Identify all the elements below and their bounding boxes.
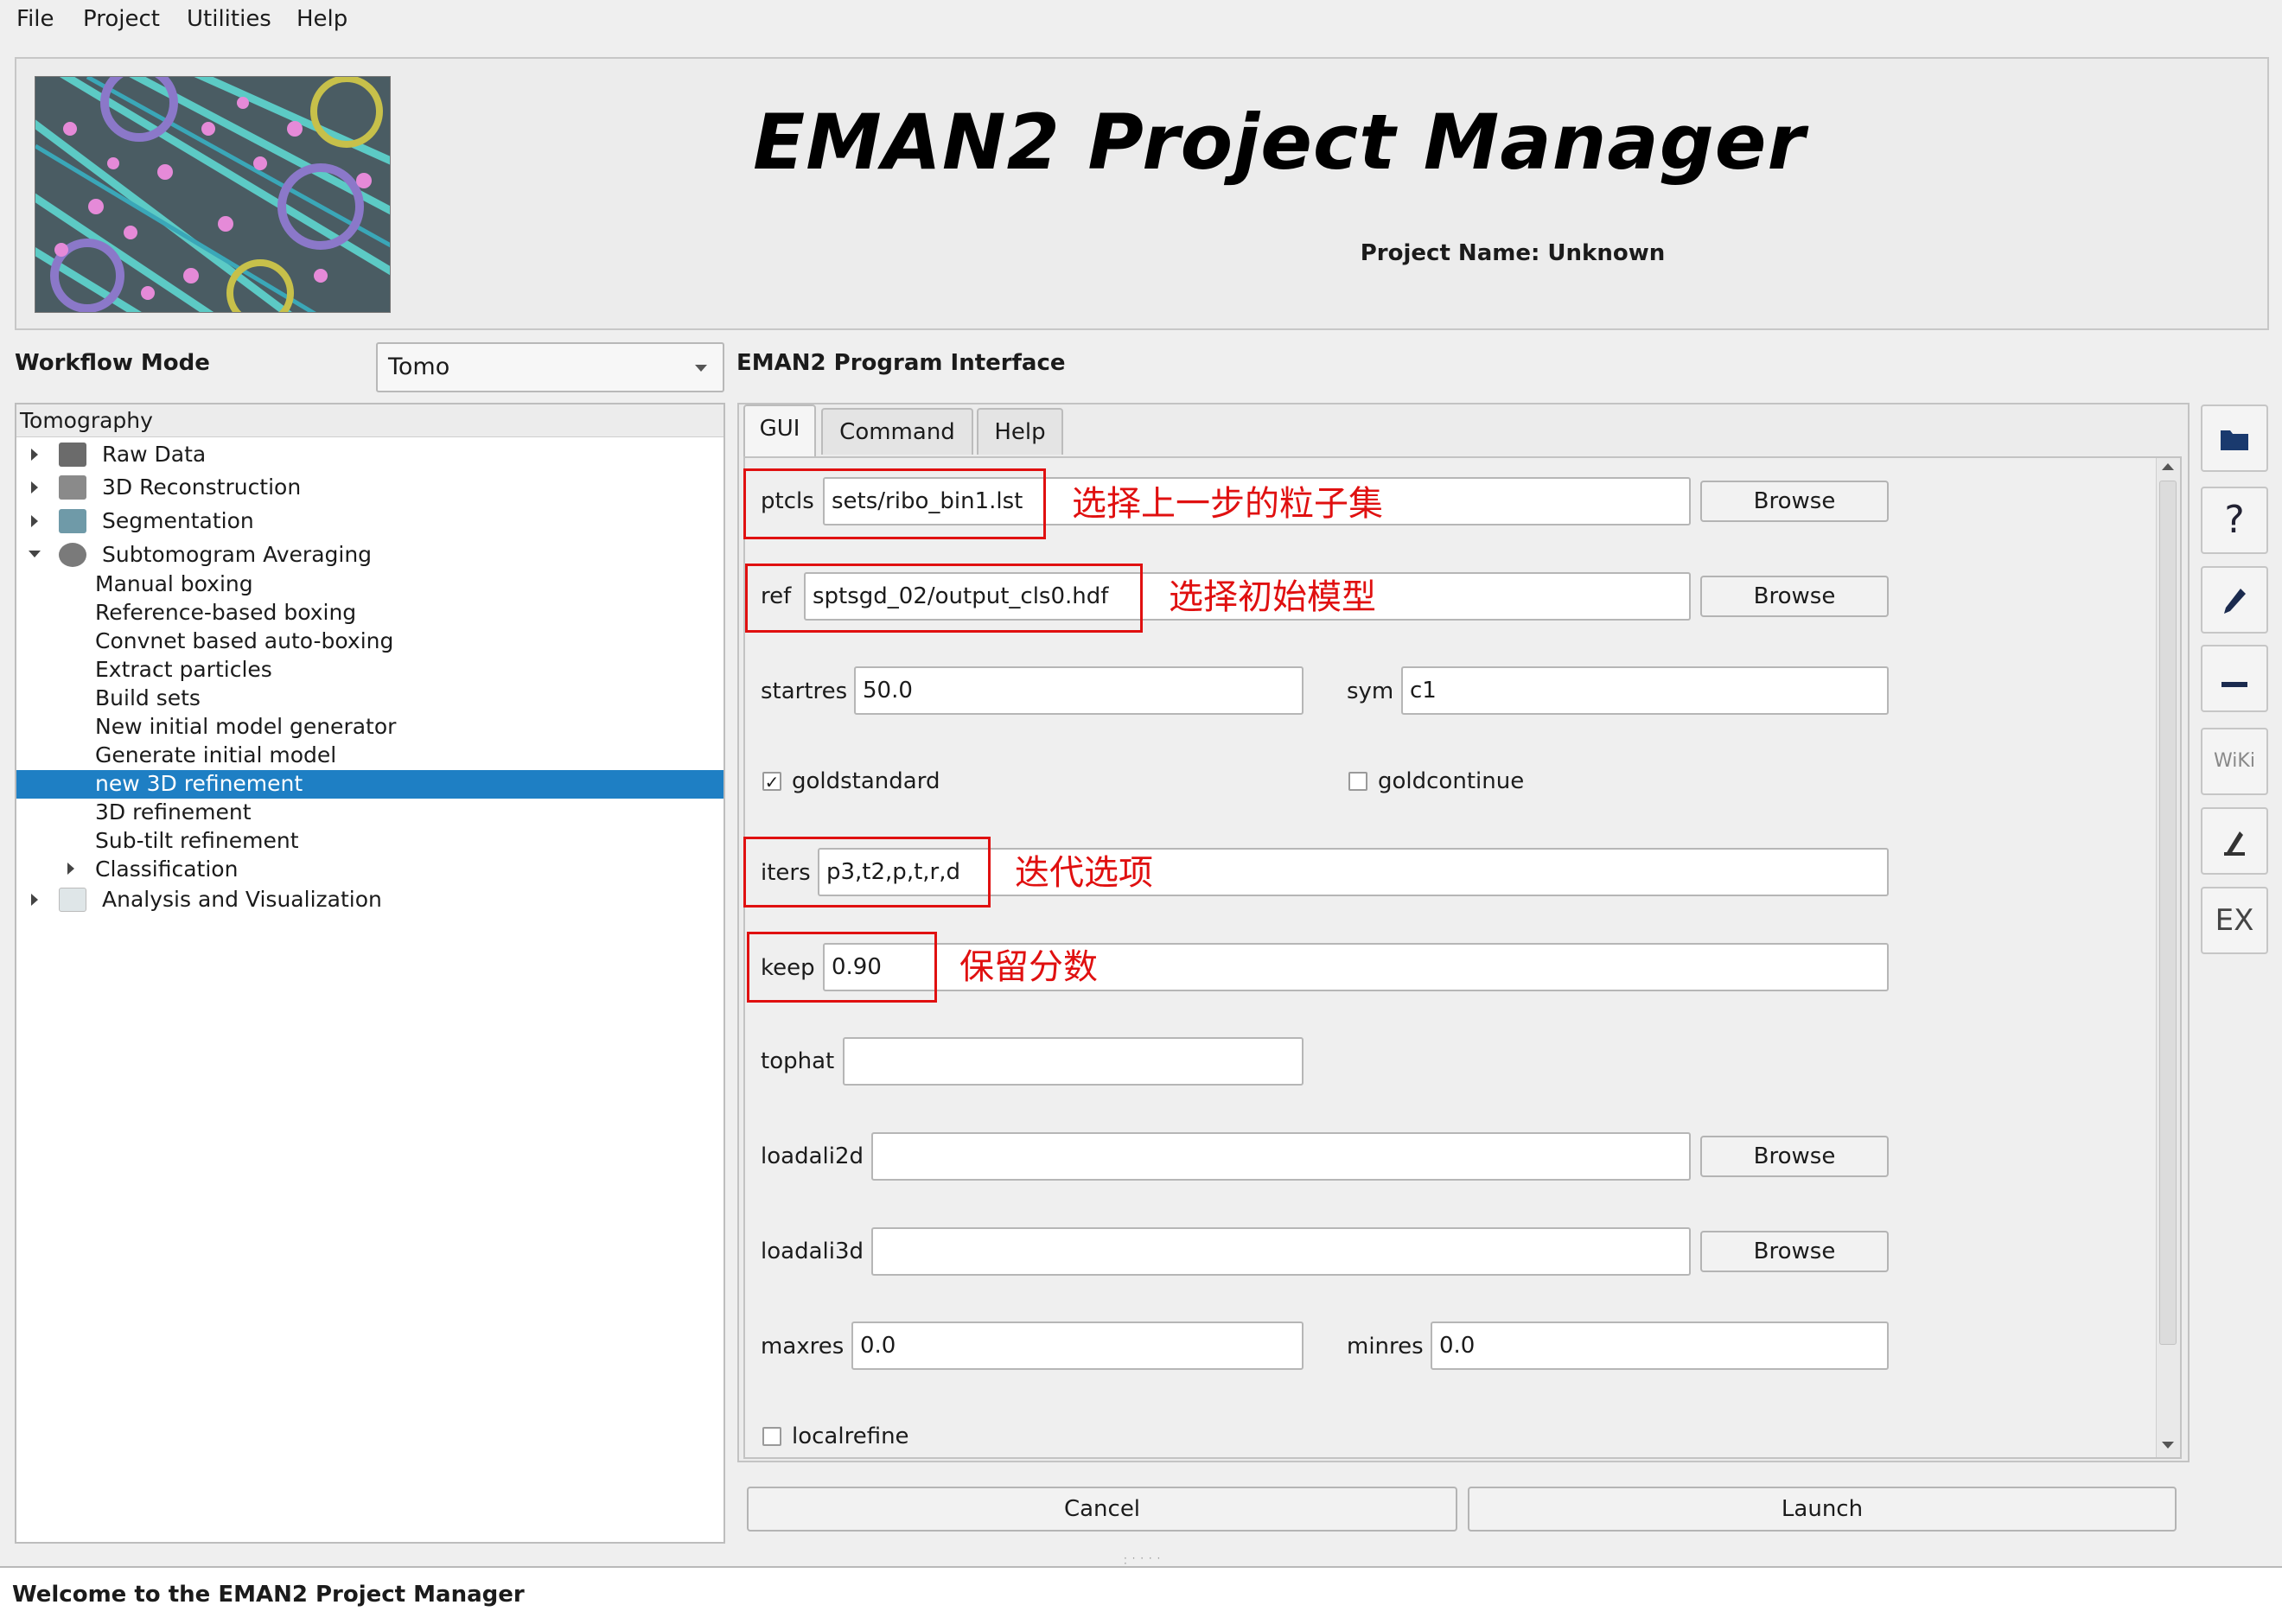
wiki-icon: WiKi <box>2214 750 2255 772</box>
menu-bar: File Project Utilities Help <box>0 0 2282 38</box>
ex-button[interactable]: EX <box>2201 887 2268 954</box>
status-bar: Welcome to the EMAN2 Project Manager <box>0 1566 2282 1624</box>
scroll-up-icon[interactable] <box>2162 463 2174 470</box>
project-name: Project Name: Unknown <box>1360 240 1666 266</box>
folder-button[interactable] <box>2201 404 2268 472</box>
menu-file[interactable]: File <box>16 3 54 35</box>
tree-item-classification[interactable]: Classification <box>95 855 238 883</box>
cancel-button[interactable]: Cancel <box>747 1487 1457 1532</box>
scroll-down-icon[interactable] <box>2162 1442 2174 1449</box>
ref-highlight-box <box>745 564 1143 633</box>
tree-item-convnet-boxing[interactable]: Convnet based auto-boxing <box>95 627 393 655</box>
expand-arrow-icon[interactable] <box>31 481 38 494</box>
tree-item-extract-particles[interactable]: Extract particles <box>95 655 272 684</box>
startres-label: startres <box>761 678 848 704</box>
minimize-button[interactable] <box>2201 645 2268 712</box>
ptcls-highlight-box <box>743 468 1046 539</box>
maxres-input[interactable]: 0.0 <box>851 1321 1304 1370</box>
banner-image <box>35 76 391 313</box>
program-interface-label: EMAN2 Program Interface <box>736 350 1066 376</box>
minres-input[interactable]: 0.0 <box>1431 1321 1889 1370</box>
tree-item-subtomogram-averaging[interactable]: Subtomogram Averaging <box>102 540 372 569</box>
localrefine-checkbox[interactable] <box>762 1427 781 1446</box>
folder-icon <box>2221 430 2248 450</box>
tree-item-3d-reconstruction[interactable]: 3D Reconstruction <box>102 473 301 501</box>
tree-item-build-sets[interactable]: Build sets <box>95 684 201 712</box>
tophat-label: tophat <box>761 1048 835 1074</box>
ref-annotation: 选择初始模型 <box>1169 577 1376 617</box>
tab-help[interactable]: Help <box>977 408 1063 455</box>
loadali3d-input[interactable] <box>871 1227 1691 1276</box>
tree-item-analysis-visualization[interactable]: Analysis and Visualization <box>102 885 382 914</box>
sym-input[interactable]: c1 <box>1401 666 1889 715</box>
bar-icon <box>2221 682 2247 687</box>
banner-title: EMAN2 Project Manager <box>753 98 1806 187</box>
keep-annotation: 保留分数 <box>959 947 1098 987</box>
expand-arrow-icon[interactable] <box>31 894 38 906</box>
tomography-banner-image <box>35 77 390 312</box>
raw-data-icon <box>59 443 86 467</box>
segmentation-icon <box>59 509 86 533</box>
goldstandard-label: goldstandard <box>792 768 940 794</box>
menu-utilities[interactable]: Utilities <box>187 3 271 35</box>
iters-highlight-box <box>743 837 991 908</box>
loadali2d-input[interactable] <box>871 1132 1691 1181</box>
tree-item-reference-boxing[interactable]: Reference-based boxing <box>95 598 356 627</box>
workflow-mode-select[interactable]: Tomo <box>376 342 724 392</box>
startres-input[interactable]: 50.0 <box>854 666 1304 715</box>
tree-item-segmentation[interactable]: Segmentation <box>102 506 254 535</box>
help-button[interactable]: ? <box>2201 487 2268 554</box>
collapse-arrow-icon[interactable] <box>29 551 41 557</box>
tab-command[interactable]: Command <box>821 408 973 455</box>
launch-button[interactable]: Launch <box>1468 1487 2177 1532</box>
goldcontinue-checkbox[interactable] <box>1348 772 1367 791</box>
tophat-input[interactable] <box>843 1037 1304 1086</box>
expand-arrow-icon[interactable] <box>31 449 38 461</box>
tree-item-new-3d-refinement[interactable]: new 3D refinement <box>95 769 303 798</box>
goldstandard-checkbox[interactable]: ✓ <box>762 772 781 791</box>
menu-project[interactable]: Project <box>83 3 160 35</box>
wand-icon <box>2224 831 2245 856</box>
goldcontinue-label: goldcontinue <box>1378 768 1525 794</box>
tree-item-generate-initial-model[interactable]: Generate initial model <box>95 741 336 769</box>
iters-annotation: 迭代选项 <box>1015 853 1153 893</box>
pen-icon <box>2224 589 2246 614</box>
tree-item-3d-refinement[interactable]: 3D refinement <box>95 798 252 826</box>
chevron-down-icon <box>695 365 707 372</box>
wiki-button[interactable]: WiKi <box>2201 728 2268 795</box>
maxres-label: maxres <box>761 1334 845 1360</box>
analysis-icon <box>59 888 86 912</box>
splitter-handle[interactable]: · · · · · · <box>1124 1553 1165 1569</box>
keep-highlight-box <box>747 932 937 1003</box>
loadali2d-browse-button[interactable]: Browse <box>1700 1136 1889 1177</box>
edit-button[interactable] <box>2201 566 2268 634</box>
sym-label: sym <box>1347 678 1394 704</box>
localrefine-label: localrefine <box>792 1423 909 1449</box>
tool-button[interactable] <box>2201 807 2268 875</box>
workflow-mode-value: Tomo <box>388 353 450 380</box>
scroll-thumb[interactable] <box>2159 481 2177 1345</box>
tree-item-new-initial-model[interactable]: New initial model generator <box>95 712 396 741</box>
tree-item-manual-boxing[interactable]: Manual boxing <box>95 570 253 598</box>
minres-label: minres <box>1347 1334 1424 1360</box>
ex-icon: EX <box>2215 903 2254 938</box>
tab-gui[interactable]: GUI <box>743 404 816 456</box>
menu-help[interactable]: Help <box>296 3 347 35</box>
expand-arrow-icon[interactable] <box>31 515 38 527</box>
loadali2d-label: loadali2d <box>761 1143 864 1169</box>
ptcls-browse-button[interactable]: Browse <box>1700 481 1889 522</box>
tree-item-raw-data[interactable]: Raw Data <box>102 440 206 468</box>
reconstruction-icon <box>59 475 86 500</box>
question-mark-icon: ? <box>2224 498 2245 542</box>
ref-browse-button[interactable]: Browse <box>1700 576 1889 617</box>
ptcls-annotation: 选择上一步的粒子集 <box>1072 484 1383 524</box>
subtomogram-icon <box>59 543 86 567</box>
tree-header: Tomography <box>16 404 723 437</box>
loadali3d-label: loadali3d <box>761 1239 864 1264</box>
expand-arrow-icon[interactable] <box>67 863 74 875</box>
loadali3d-browse-button[interactable]: Browse <box>1700 1231 1889 1272</box>
workflow-mode-label: Workflow Mode <box>15 350 210 376</box>
tree-item-sub-tilt-refinement[interactable]: Sub-tilt refinement <box>95 826 299 855</box>
